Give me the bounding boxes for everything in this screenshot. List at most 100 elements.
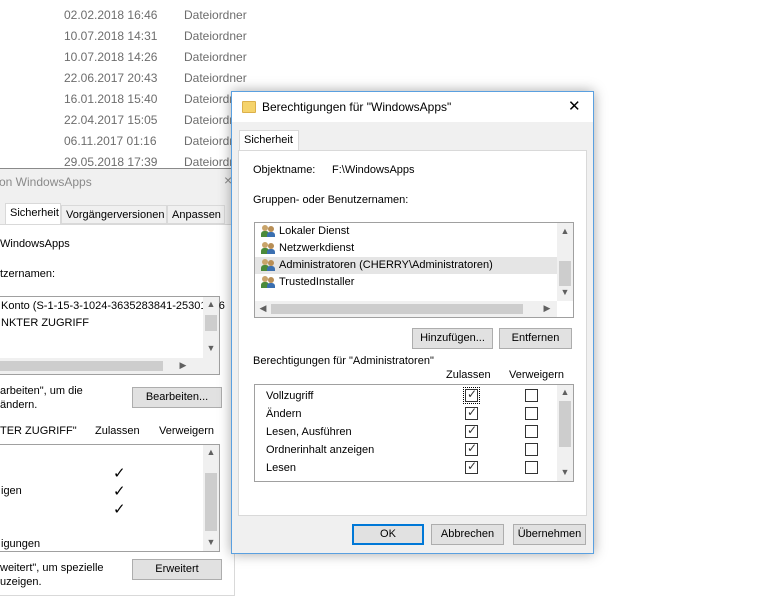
scroll-down-icon[interactable]: ▼: [559, 467, 571, 477]
dialog-title: on WindowsApps: [0, 175, 92, 189]
list-item[interactable]: 10.07.2018 14:26 Dateiordner: [0, 47, 772, 68]
row-type: Dateiordner: [184, 50, 247, 64]
tab-previous-versions[interactable]: Vorgängerversionen: [61, 205, 167, 224]
scroll-left-icon[interactable]: ◀: [257, 303, 269, 314]
ok-button[interactable]: OK: [352, 524, 424, 545]
check-icon: ✓: [467, 405, 478, 419]
edit-hint-text: arbeiten", um die: [0, 385, 83, 397]
scroll-up-icon[interactable]: ▲: [205, 299, 217, 309]
allow-checkbox[interactable]: ✓: [463, 387, 480, 404]
permission-name: igungen: [1, 538, 41, 550]
user-name: Lokaler Dienst: [279, 225, 350, 237]
list-item[interactable]: Netzwerkdienst: [255, 240, 557, 257]
allow-checkbox[interactable]: ✓: [465, 459, 478, 474]
row-date: 22.06.2017 20:43: [64, 71, 158, 85]
apply-button[interactable]: Übernehmen: [513, 524, 586, 545]
list-item[interactable]: NKTER ZUGRIFF: [1, 317, 89, 329]
scroll-thumb[interactable]: [271, 304, 523, 314]
edit-hint-text: ändern.: [0, 399, 38, 411]
allow-checkbox[interactable]: ✓: [465, 405, 478, 420]
permissions-dialog: Berechtigungen für "WindowsApps" ✕ Siche…: [231, 91, 594, 554]
dialog-title: Berechtigungen für "WindowsApps": [262, 100, 452, 114]
add-button[interactable]: Hinzufügen...: [412, 328, 493, 349]
permission-name: Vollzugriff: [266, 390, 314, 402]
permissions-label: Berechtigungen für "Administratoren": [253, 355, 434, 367]
deny-column-header: Verweigern: [159, 425, 215, 437]
allow-checkbox[interactable]: ✓: [465, 423, 478, 438]
user-list[interactable]: Konto (S-1-15-3-1024-3635283841-25301826…: [0, 296, 225, 375]
permissions-list: igen igungen ✓ ✓ ✓ ▲ ▼: [0, 444, 220, 552]
user-name: Netzwerkdienst: [279, 242, 355, 254]
folder-icon: [242, 101, 256, 113]
horizontal-scrollbar[interactable]: ◀ ▶: [255, 301, 557, 317]
scroll-down-icon[interactable]: ▼: [205, 343, 217, 353]
close-icon[interactable]: ✕: [568, 97, 581, 115]
deny-column-header: Verweigern: [509, 369, 565, 381]
scroll-thumb[interactable]: [559, 401, 571, 447]
object-name-label: Objektname:: [253, 164, 316, 176]
check-icon: ✓: [113, 483, 126, 500]
horizontal-scrollbar[interactable]: ▶: [0, 358, 203, 374]
row-date: 02.02.2018 16:46: [64, 8, 158, 22]
title-bar[interactable]: Berechtigungen für "WindowsApps" ✕: [232, 92, 593, 122]
advanced-button[interactable]: Erweitert: [132, 559, 222, 580]
row-type: Dateiordner: [184, 29, 247, 43]
check-icon: ✓: [467, 441, 478, 455]
advanced-hint-text: uzeigen.: [0, 576, 42, 588]
scroll-up-icon[interactable]: ▲: [205, 447, 217, 457]
deny-checkbox[interactable]: [525, 389, 538, 402]
vertical-scrollbar[interactable]: ▲ ▼: [203, 445, 219, 551]
vertical-scrollbar[interactable]: ▲ ▼: [203, 297, 219, 374]
permission-name: Lesen: [266, 462, 296, 474]
advanced-hint-text: weitert", um spezielle: [0, 562, 104, 574]
permission-name: Lesen, Ausführen: [266, 426, 352, 438]
allow-column-header: Zulassen: [446, 369, 491, 381]
tab-customize[interactable]: Anpassen: [167, 205, 225, 224]
scroll-thumb[interactable]: [559, 261, 571, 286]
list-item[interactable]: 10.07.2018 14:31 Dateiordner: [0, 26, 772, 47]
edit-button[interactable]: Bearbeiten...: [132, 387, 222, 408]
permissions-header: TER ZUGRIFF": [0, 425, 77, 437]
remove-button[interactable]: Entfernen: [499, 328, 572, 349]
permission-name: Ordnerinhalt anzeigen: [266, 444, 375, 456]
security-panel: Objektname: F:\WindowsApps Gruppen- oder…: [238, 150, 587, 516]
scroll-right-icon[interactable]: ▶: [541, 303, 553, 314]
list-item[interactable]: 22.06.2017 20:43 Dateiordner: [0, 68, 772, 89]
vertical-scrollbar[interactable]: ▲ ▼: [557, 223, 573, 301]
row-date: 16.01.2018 15:40: [64, 92, 158, 106]
user-name: Administratoren (CHERRY\Administratoren): [279, 259, 493, 271]
allow-checkbox[interactable]: ✓: [465, 441, 478, 456]
tab-security[interactable]: Sicherheit: [239, 130, 299, 151]
cancel-button[interactable]: Abbrechen: [431, 524, 504, 545]
check-icon: ✓: [467, 459, 478, 473]
check-icon: ✓: [113, 465, 126, 482]
row-date: 10.07.2018 14:31: [64, 29, 158, 43]
scroll-down-icon[interactable]: ▼: [205, 537, 217, 547]
user-list[interactable]: Lokaler Dienst Netzwerkdienst Administra…: [254, 222, 574, 318]
scroll-right-icon[interactable]: ▶: [177, 360, 189, 371]
tab-security[interactable]: Sicherheit: [5, 203, 61, 224]
check-icon: ✓: [467, 387, 478, 401]
scroll-up-icon[interactable]: ▲: [559, 226, 571, 236]
scroll-thumb[interactable]: [0, 361, 163, 371]
list-item[interactable]: TrustedInstaller: [255, 274, 557, 291]
deny-checkbox[interactable]: [525, 407, 538, 420]
list-item[interactable]: Lokaler Dienst: [255, 223, 557, 240]
user-name: TrustedInstaller: [279, 276, 355, 288]
deny-checkbox[interactable]: [525, 443, 538, 456]
allow-column-header: Zulassen: [95, 425, 140, 437]
list-item[interactable]: 02.02.2018 16:46 Dateiordner: [0, 5, 772, 26]
object-name-value: WindowsApps: [0, 238, 70, 250]
security-panel: WindowsApps tzernamen: Konto (S-1-15-3-1…: [0, 224, 235, 596]
list-item-selected[interactable]: Administratoren (CHERRY\Administratoren): [255, 257, 557, 274]
permissions-list[interactable]: Vollzugriff Ändern Lesen, Ausführen Ordn…: [254, 384, 574, 482]
vertical-scrollbar[interactable]: ▲ ▼: [557, 385, 573, 481]
deny-checkbox[interactable]: [525, 425, 538, 438]
deny-checkbox[interactable]: [525, 461, 538, 474]
scroll-down-icon[interactable]: ▼: [559, 287, 571, 297]
list-item[interactable]: Konto (S-1-15-3-1024-3635283841-25301826: [1, 300, 225, 312]
scroll-up-icon[interactable]: ▲: [559, 387, 571, 397]
scroll-thumb[interactable]: [205, 315, 217, 331]
scroll-thumb[interactable]: [205, 473, 217, 531]
permission-name: Ändern: [266, 408, 302, 420]
